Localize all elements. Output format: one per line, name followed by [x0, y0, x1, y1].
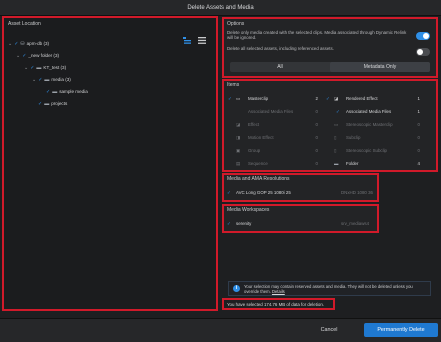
highlight-asset-location — [2, 16, 218, 311]
info-icon: i — [233, 285, 240, 292]
details-link[interactable]: Details — [272, 289, 285, 294]
highlight-items — [222, 79, 438, 172]
highlight-workspaces — [222, 204, 379, 233]
cancel-button[interactable]: Cancel — [298, 323, 360, 337]
window-title-bar: Delete Assets and Media — [0, 0, 441, 16]
reserved-assets-notice: i Your selection may contain reserved as… — [228, 281, 431, 296]
highlight-summary — [222, 298, 335, 310]
permanently-delete-button[interactable]: Permanently Delete — [364, 323, 438, 337]
window-title: Delete Assets and Media — [187, 5, 254, 11]
reserved-assets-text: Your selection may contain reserved asse… — [244, 284, 413, 294]
highlight-options — [222, 17, 438, 78]
highlight-resolutions — [222, 173, 379, 202]
